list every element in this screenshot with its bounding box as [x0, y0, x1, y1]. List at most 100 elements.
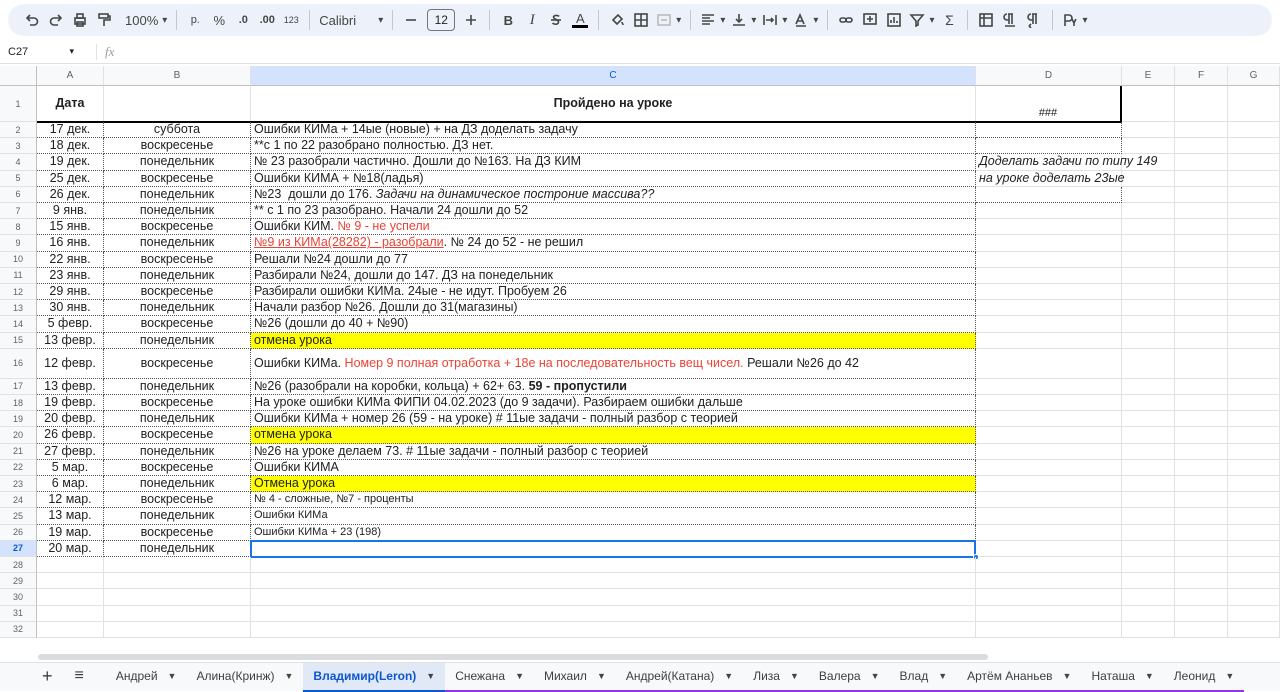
- date-cell[interactable]: 6 мар.: [37, 476, 104, 493]
- sheet-tab[interactable]: Андрей ▼: [106, 663, 187, 692]
- notes-cell[interactable]: на уроке доделать 23ые: [976, 170, 1125, 187]
- grid-cell[interactable]: [1228, 378, 1280, 395]
- sheet-tab[interactable]: Андрей(Катана) ▼: [615, 663, 744, 692]
- lesson-cell[interactable]: № 23 разобрали частично. Дошли до №163. …: [251, 154, 976, 171]
- grid-cell[interactable]: [1228, 557, 1280, 574]
- weekday-cell[interactable]: понедельник: [104, 540, 251, 557]
- italic-button[interactable]: I: [520, 7, 544, 33]
- grid-cell[interactable]: [1228, 170, 1280, 187]
- functions-button[interactable]: Σ: [937, 7, 961, 33]
- row-header[interactable]: 3: [0, 138, 37, 155]
- column-header[interactable]: E: [1122, 66, 1175, 86]
- grid-cell[interactable]: [1175, 154, 1228, 171]
- paragraph-direction-icon[interactable]: [998, 7, 1022, 33]
- row-header[interactable]: 15: [0, 332, 37, 349]
- paint-format-icon[interactable]: [92, 7, 116, 33]
- grid-cell[interactable]: [104, 589, 251, 606]
- fill-color-icon[interactable]: [605, 7, 629, 33]
- grid-cell[interactable]: [1175, 332, 1228, 349]
- date-cell[interactable]: 12 февр.: [37, 348, 104, 379]
- column-header[interactable]: B: [104, 66, 251, 86]
- borders-icon[interactable]: [629, 7, 653, 33]
- grid-cell[interactable]: [1122, 589, 1175, 606]
- grid-cell[interactable]: [1175, 122, 1228, 139]
- date-cell[interactable]: 26 февр.: [37, 427, 104, 444]
- merge-cells-icon[interactable]: [653, 7, 684, 33]
- grid-cell[interactable]: [1175, 557, 1228, 574]
- grid-cell[interactable]: [1175, 284, 1228, 301]
- grid-cell[interactable]: [1122, 540, 1175, 557]
- grid-cell[interactable]: [976, 605, 1122, 622]
- grid-cell[interactable]: [1228, 316, 1280, 333]
- lesson-cell[interactable]: Ошибки КИМА + №18(ладья): [251, 170, 976, 187]
- sheet-tab[interactable]: Влад ▼: [889, 663, 958, 692]
- row-header[interactable]: 26: [0, 524, 37, 541]
- notes-cell[interactable]: [976, 316, 1122, 333]
- grid-cell[interactable]: [1122, 443, 1175, 460]
- grid-cell[interactable]: [1122, 395, 1175, 412]
- grid-cell[interactable]: [251, 621, 976, 638]
- row-header[interactable]: 25: [0, 508, 37, 525]
- grid-cell[interactable]: [1228, 86, 1280, 122]
- grid-cell[interactable]: [37, 589, 104, 606]
- weekday-cell[interactable]: понедельник: [104, 203, 251, 220]
- grid-cell[interactable]: [1175, 316, 1228, 333]
- row-header[interactable]: 16: [0, 348, 37, 379]
- text-direction-icon[interactable]: [1022, 7, 1046, 33]
- weekday-cell[interactable]: понедельник: [104, 508, 251, 525]
- date-cell[interactable]: 13 февр.: [37, 378, 104, 395]
- weekday-cell[interactable]: воскресенье: [104, 524, 251, 541]
- font-family-select[interactable]: Calibri: [316, 7, 386, 33]
- grid-cell[interactable]: [1122, 332, 1175, 349]
- notes-cell[interactable]: [976, 411, 1122, 428]
- date-cell[interactable]: 20 февр.: [37, 411, 104, 428]
- grid-cell[interactable]: [1228, 122, 1280, 139]
- row-header[interactable]: 29: [0, 573, 37, 590]
- date-cell[interactable]: 23 янв.: [37, 267, 104, 284]
- grid-cell[interactable]: [1175, 235, 1228, 252]
- date-cell[interactable]: 15 янв.: [37, 219, 104, 236]
- grid-cell[interactable]: [1122, 122, 1175, 139]
- grid-cell[interactable]: [1175, 605, 1228, 622]
- chevron-down-icon[interactable]: ▼: [1225, 671, 1234, 681]
- grid-cell[interactable]: [1228, 267, 1280, 284]
- date-cell[interactable]: 13 мар.: [37, 508, 104, 525]
- row-header[interactable]: 27: [0, 540, 37, 557]
- row-header[interactable]: 31: [0, 605, 37, 622]
- number-format-button[interactable]: 123: [279, 7, 303, 33]
- grid-cell[interactable]: [1175, 621, 1228, 638]
- grid-cell[interactable]: [976, 573, 1122, 590]
- grid-cell[interactable]: [1228, 427, 1280, 444]
- name-box[interactable]: C27 ▾: [0, 46, 80, 58]
- weekday-cell[interactable]: понедельник: [104, 411, 251, 428]
- sheet-tab[interactable]: Валера ▼: [808, 663, 890, 692]
- date-cell[interactable]: 12 мар.: [37, 492, 104, 509]
- sheet-tab[interactable]: Артём Ананьев ▼: [957, 663, 1082, 692]
- date-cell[interactable]: 29 янв.: [37, 284, 104, 301]
- grid-cell[interactable]: [1122, 557, 1175, 574]
- grid-cell[interactable]: [1175, 138, 1228, 155]
- grid-cell[interactable]: [1122, 235, 1175, 252]
- grid-cell[interactable]: [251, 605, 976, 622]
- lesson-cell[interactable]: отмена урока: [251, 332, 976, 349]
- row-header[interactable]: 1: [0, 86, 37, 122]
- grid-cell[interactable]: [1228, 589, 1280, 606]
- grid-cell[interactable]: [1122, 476, 1175, 493]
- grid-cell[interactable]: [1228, 411, 1280, 428]
- grid-cell[interactable]: [1175, 492, 1228, 509]
- notes-cell[interactable]: [976, 540, 1122, 557]
- vertical-align-icon[interactable]: [728, 7, 759, 33]
- column-header[interactable]: D: [976, 66, 1122, 86]
- grid-cell[interactable]: [1175, 267, 1228, 284]
- weekday-cell[interactable]: воскресенье: [104, 492, 251, 509]
- date-cell[interactable]: 5 мар.: [37, 459, 104, 476]
- grid-cell[interactable]: [1175, 348, 1228, 379]
- notes-cell[interactable]: [976, 186, 1122, 203]
- chevron-down-icon[interactable]: ▼: [515, 671, 524, 681]
- notes-cell[interactable]: [976, 508, 1122, 525]
- notes-cell[interactable]: [976, 476, 1122, 493]
- notes-cell[interactable]: [976, 251, 1122, 268]
- weekday-cell[interactable]: понедельник: [104, 443, 251, 460]
- grid-cell[interactable]: [1228, 605, 1280, 622]
- grid-cell[interactable]: [1175, 427, 1228, 444]
